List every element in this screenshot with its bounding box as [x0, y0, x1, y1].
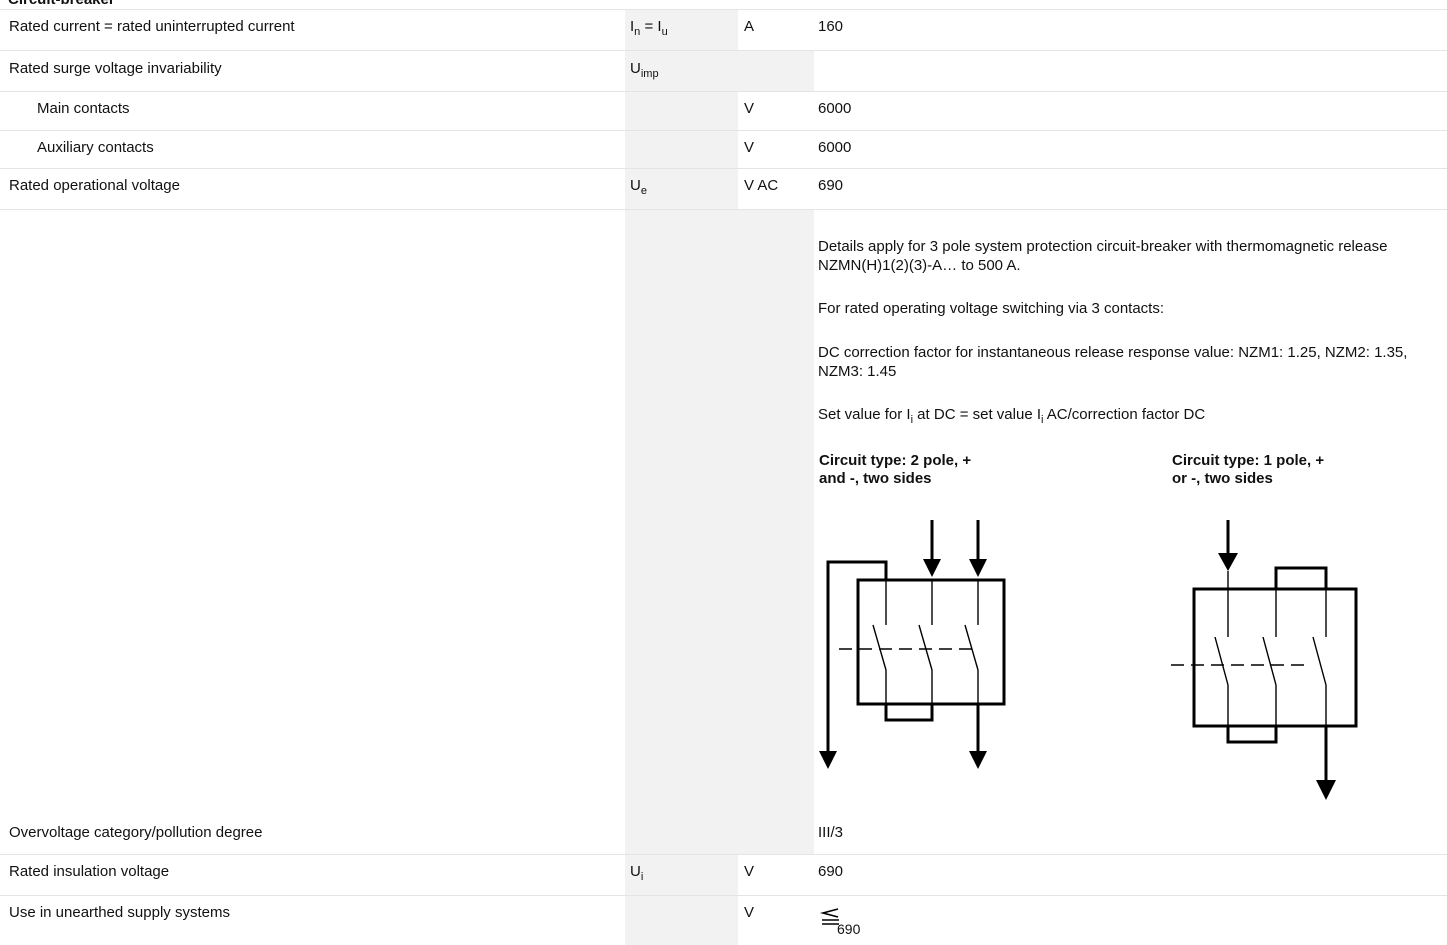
main-contacts-unit: V [744, 100, 755, 117]
symbol-cell-bg [625, 816, 738, 854]
row-divider [0, 209, 1447, 210]
aux-contacts-unit: V [744, 139, 755, 156]
symbol-cell-bg [625, 896, 738, 945]
rated-current-value: 160 [818, 18, 844, 35]
operational-voltage-symbol: Ue [630, 177, 647, 197]
unearthed-unit: V [744, 904, 755, 921]
symbol-cell-bg [625, 92, 738, 130]
circuit-1pole-diagram [1171, 520, 1358, 800]
dc-correction-note: DC correction factor for instantaneous r… [818, 344, 1408, 380]
aux-contacts-value: 6000 [818, 139, 852, 156]
row-divider [0, 168, 1447, 169]
unit-cell-bg [738, 816, 814, 854]
surge-voltage-label: Rated surge voltage invariability [9, 60, 222, 77]
rated-current-unit: A [744, 18, 755, 35]
row-divider [0, 50, 1447, 51]
symbol-cell-bg [625, 210, 738, 816]
insulation-voltage-unit: V [744, 863, 755, 880]
rated-current-label: Rated current = rated uninterrupted curr… [9, 18, 295, 35]
unearthed-value: 690 [837, 921, 861, 937]
insulation-voltage-label: Rated insulation voltage [9, 863, 170, 880]
unearthed-label: Use in unearthed supply systems [9, 904, 230, 921]
circuit-2pole-diagram [819, 520, 1006, 769]
unit-cell-bg [738, 51, 814, 91]
symbol-cell-bg [625, 131, 738, 168]
surge-voltage-symbol: Uimp [630, 60, 659, 80]
main-contacts-label: Main contacts [37, 100, 130, 117]
insulation-voltage-symbol: Ui [630, 863, 644, 883]
overvoltage-label: Overvoltage category/pollution degree [9, 824, 263, 841]
insulation-voltage-value: 690 [818, 863, 844, 880]
dc-details-note: Details apply for 3 pole system protecti… [818, 238, 1388, 274]
overvoltage-value: III/3 [818, 824, 844, 841]
operational-voltage-label: Rated operational voltage [9, 177, 180, 194]
circuit-1pole-title: Circuit type: 1 pole, + or -, two sides [1172, 452, 1325, 487]
unit-cell-bg [738, 210, 814, 816]
row-divider [0, 895, 1447, 896]
aux-contacts-label: Auxiliary contacts [37, 139, 154, 156]
rated-current-symbol: In = Iu [630, 18, 668, 38]
dc-set-value-note: Set value for Ii at DC = set value Ii AC… [818, 406, 1206, 426]
operational-voltage-value: 690 [818, 177, 844, 194]
row-divider [0, 130, 1447, 131]
dc-switching-note: For rated operating voltage switching vi… [818, 300, 1165, 317]
circuit-2pole-title: Circuit type: 2 pole, + and -, two sides [819, 452, 972, 487]
row-divider [0, 91, 1447, 92]
operational-voltage-unit: V AC [744, 177, 779, 194]
row-divider [0, 9, 1447, 10]
main-contacts-value: 6000 [818, 100, 852, 117]
row-divider [0, 854, 1447, 855]
